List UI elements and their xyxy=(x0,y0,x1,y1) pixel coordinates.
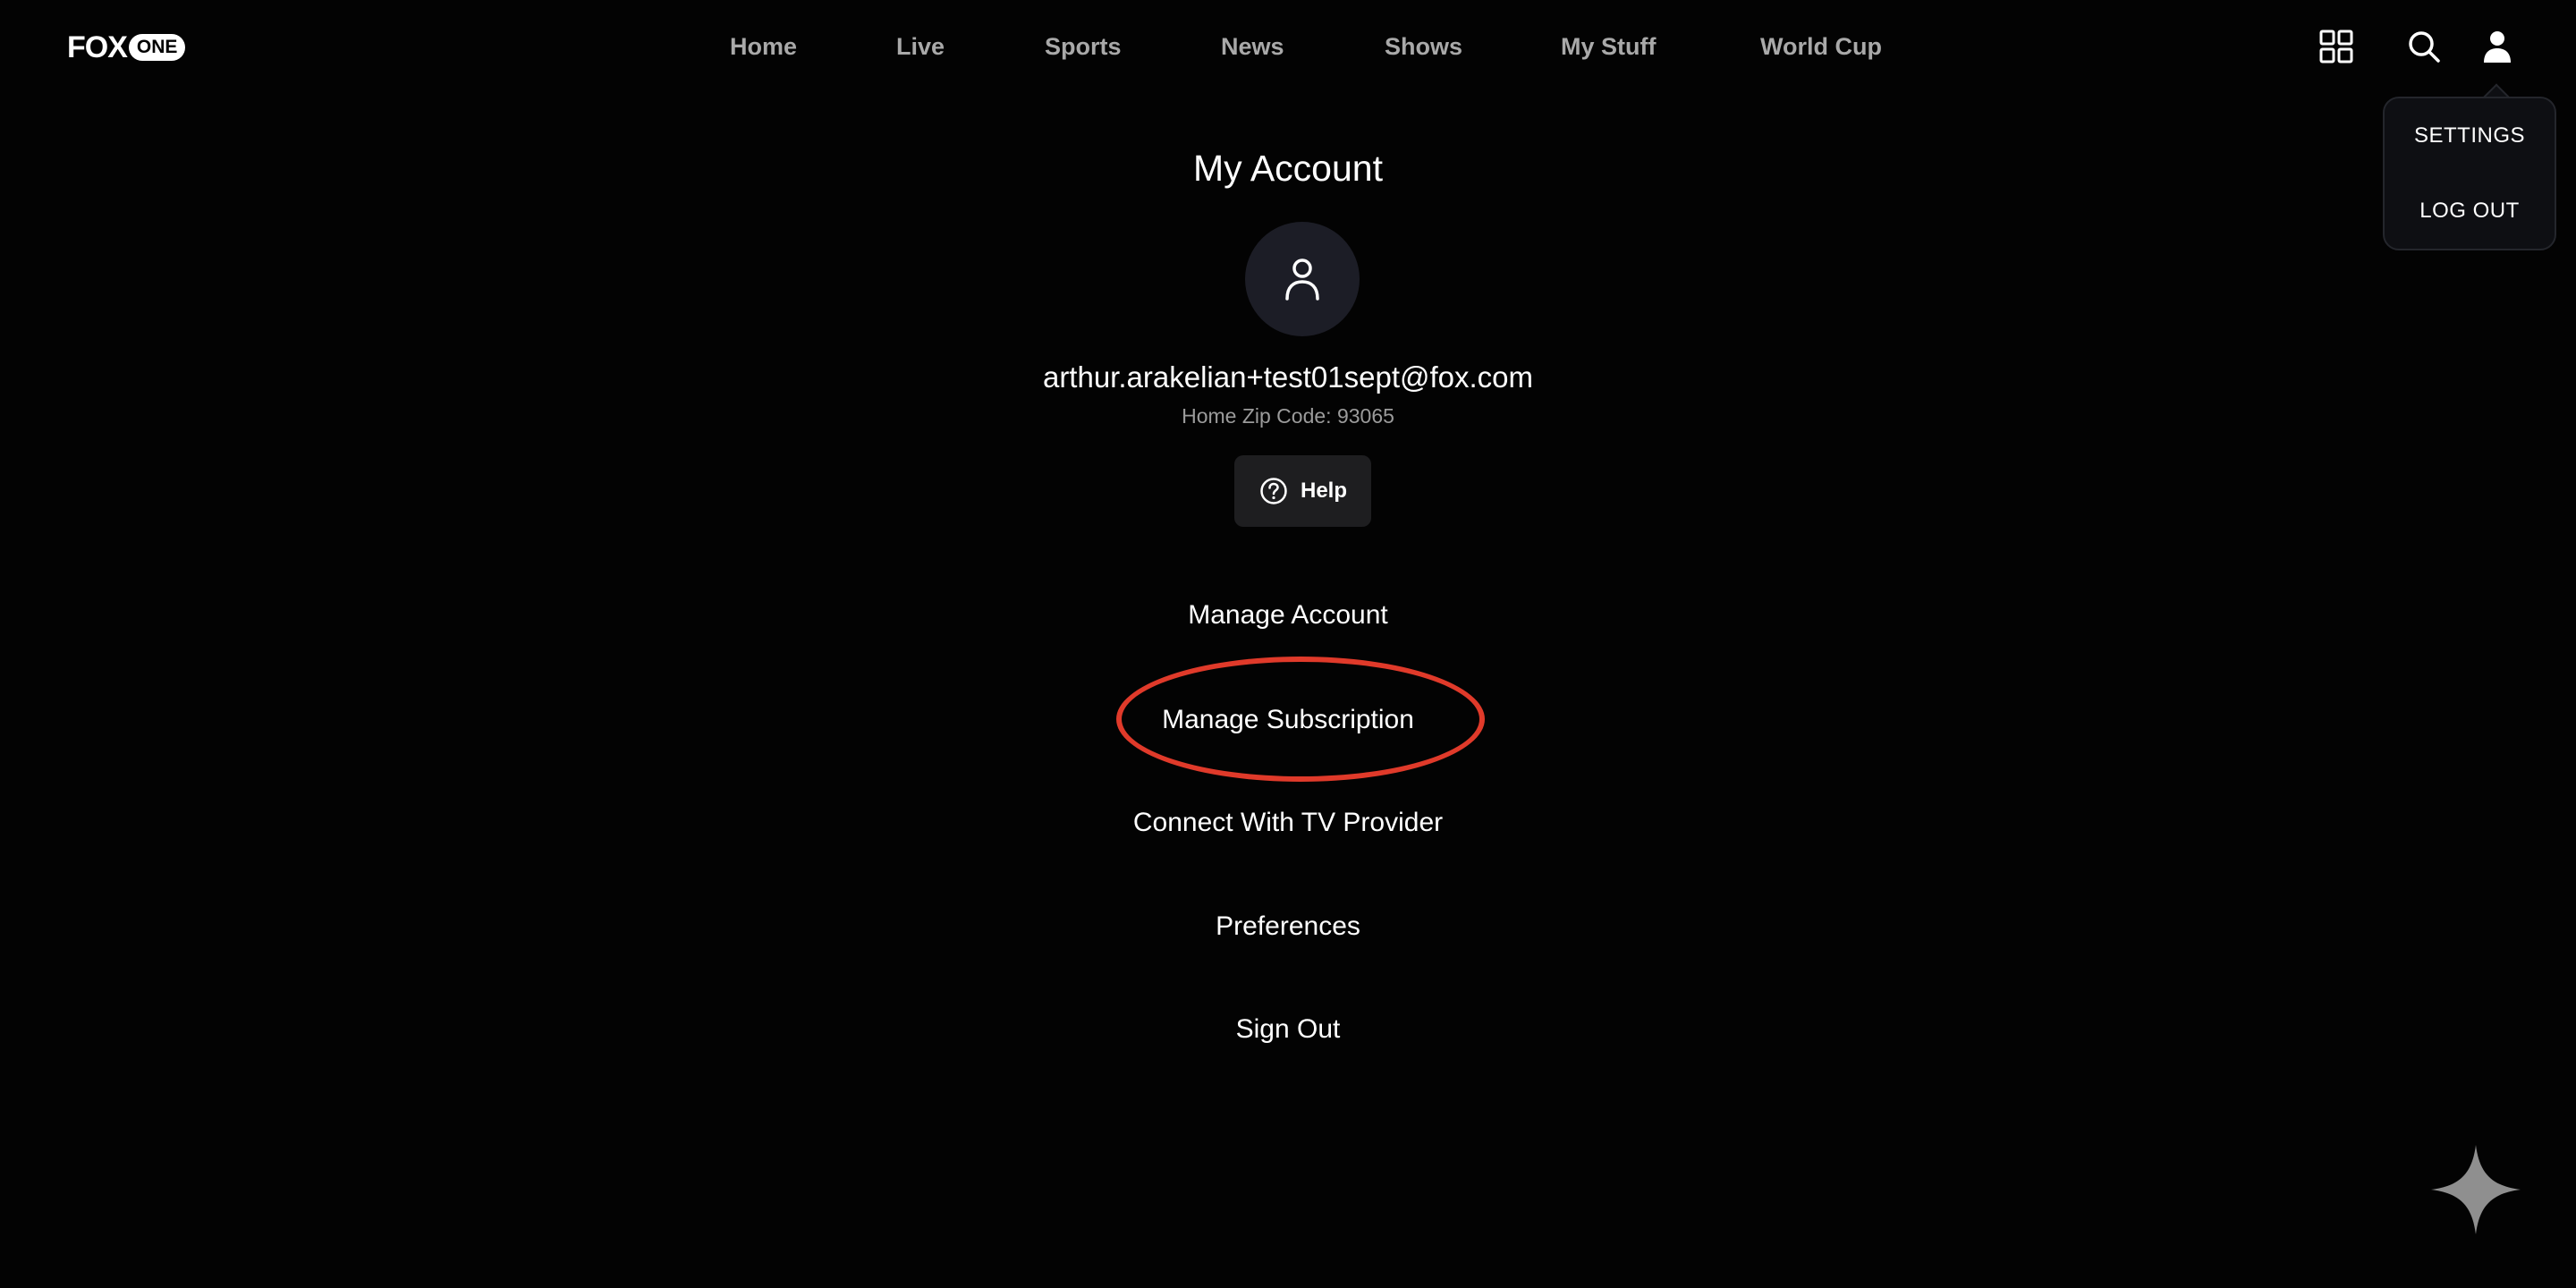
nav-sports[interactable]: Sports xyxy=(1045,27,1122,66)
user-icon[interactable] xyxy=(2479,29,2515,64)
home-zip-code: Home Zip Code: 93065 xyxy=(1182,404,1394,428)
manage-account-link: Manage Account xyxy=(0,596,2576,635)
page-title: My Account xyxy=(1193,148,1383,189)
avatar xyxy=(1245,222,1360,336)
search-icon[interactable] xyxy=(2406,29,2442,64)
nav-home[interactable]: Home xyxy=(730,27,797,66)
manage-account-label[interactable]: Manage Account xyxy=(1188,596,1388,635)
sparkle-icon[interactable] xyxy=(2429,1143,2522,1236)
main-nav: Home Live Sports News Shows My Stuff Wor… xyxy=(0,27,2576,66)
nav-shows[interactable]: Shows xyxy=(1385,27,1462,66)
nav-my-stuff[interactable]: My Stuff xyxy=(1561,27,1656,66)
account-email: arthur.arakelian+test01sept@fox.com xyxy=(1042,360,1534,394)
nav-live[interactable]: Live xyxy=(896,27,945,66)
sign-out-link: Sign Out xyxy=(0,1010,2576,1049)
grid-icon[interactable] xyxy=(2318,29,2354,64)
help-label: Help xyxy=(1301,479,1348,503)
nav-news[interactable]: News xyxy=(1221,27,1284,66)
connect-tv-provider-label[interactable]: Connect With TV Provider xyxy=(1133,803,1443,843)
sign-out-label[interactable]: Sign Out xyxy=(1236,1010,1341,1049)
connect-tv-provider-link: Connect With TV Provider xyxy=(0,803,2576,843)
account-page: FOX ONE Home Live Sports News Shows My S… xyxy=(0,0,2576,1288)
manage-subscription-link: Manage Subscription xyxy=(0,700,2576,740)
manage-subscription-label[interactable]: Manage Subscription xyxy=(1162,700,1414,740)
nav-world-cup[interactable]: World Cup xyxy=(1760,27,1882,66)
user-outline-icon xyxy=(1285,258,1319,301)
dropdown-log-out[interactable]: LOG OUT xyxy=(2385,199,2555,224)
help-button[interactable]: Help xyxy=(1234,455,1371,527)
preferences-link: Preferences xyxy=(0,907,2576,946)
help-circle-icon xyxy=(1260,478,1287,504)
preferences-label[interactable]: Preferences xyxy=(1216,907,1360,946)
